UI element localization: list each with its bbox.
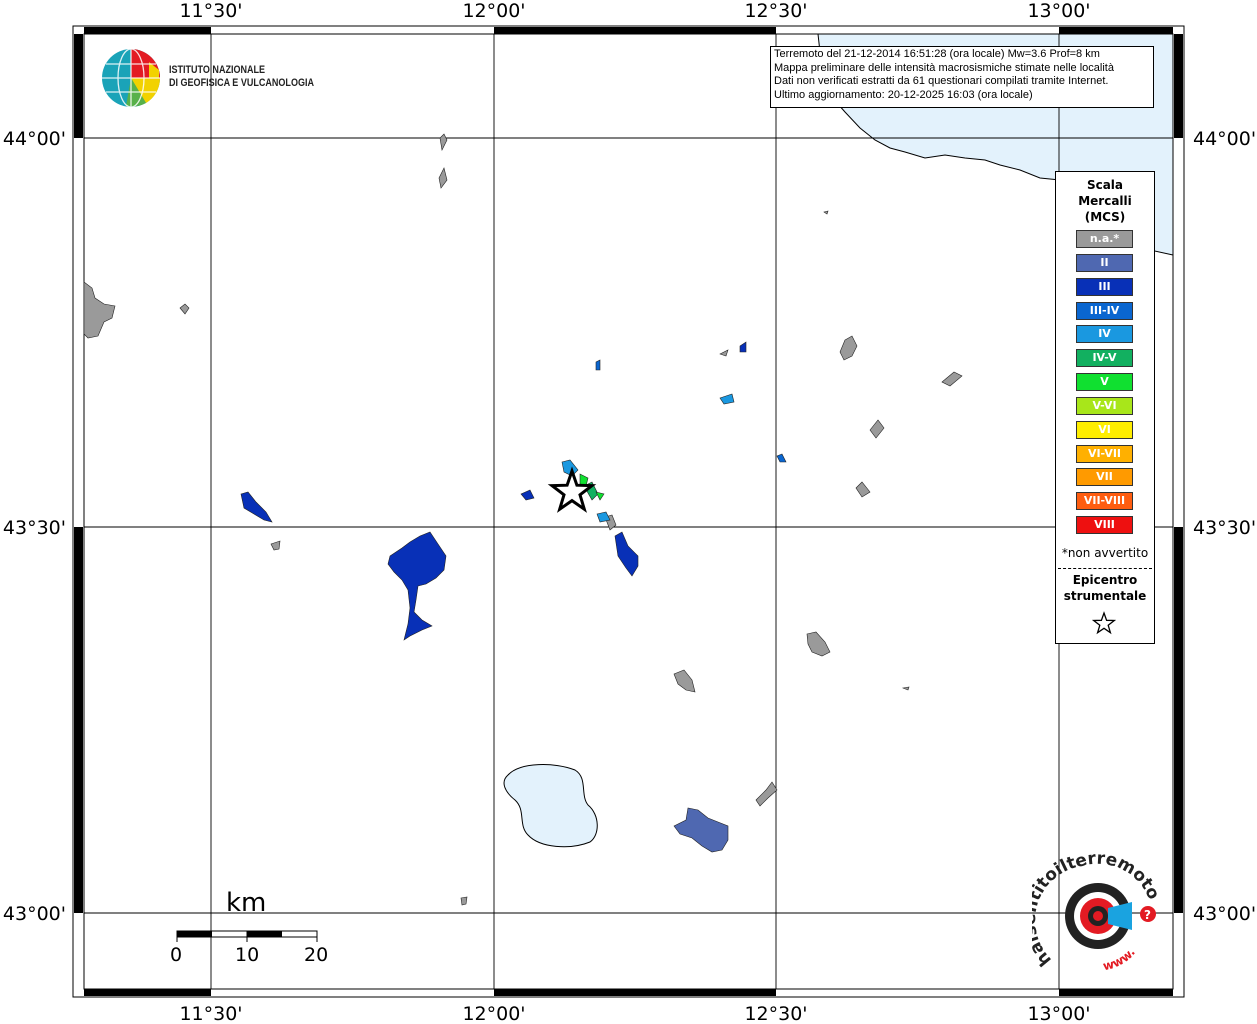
scale-unit: km [226,888,267,918]
legend-item: VII-VIII [1076,492,1133,511]
legend-title-line2: Mercalli [1078,194,1132,208]
lon-label-bottom: 13°00' [1027,1003,1090,1024]
institute-name-line1: ISTITUTO NAZIONALE [169,64,266,76]
legend-title-line3: (MCS) [1084,210,1126,224]
legend-item: III-IV [1076,301,1133,320]
haisentito-logo-icon: haisentitoilterremoto.it www. ? [1032,852,1162,973]
legend-item: V [1076,373,1133,392]
legend-item: n.a.* [1076,230,1133,248]
lat-label-left: 43°30' [3,517,66,539]
lon-label-top: 13°00' [1027,0,1090,22]
lat-label-left: 43°00' [3,903,66,925]
lon-label-top: 12°00' [462,0,525,22]
event-info-line3: Dati non verificati estratti da 61 quest… [774,75,1109,87]
legend-item: IV-V [1076,349,1133,368]
scale-tick-20: 20 [304,944,329,966]
lat-label-right: 43°30' [1193,517,1256,539]
legend-items: n.a.* II III III-IV IV IV-V V V-VI VI VI-VII VII VI… [1076,230,1133,540]
legend-item: VIII [1076,516,1133,535]
site-logo-prefix: www. [1102,945,1138,973]
legend-item: IV [1076,325,1133,344]
event-info-line2: Mappa preliminare delle intensità macros… [774,61,1114,74]
lat-label-right: 44°00' [1193,128,1256,150]
svg-text:?: ? [1144,908,1151,922]
lon-label-bottom: 11°30' [179,1003,242,1024]
legend-item: V-VI [1076,396,1133,415]
lat-label-right: 43°00' [1193,903,1256,925]
legend-epicenter-line2: strumentale [1063,589,1147,603]
lon-label-bottom: 12°30' [744,1003,807,1024]
lon-label-top: 12°30' [744,0,807,22]
event-info-box: Terremoto del 21-12-2014 16:51:28 (ora l… [770,46,1154,108]
legend-item: VI [1076,420,1133,439]
lat-label-left: 44°00' [3,128,66,150]
legend-item: VI-VII [1076,444,1133,463]
scale-tick-0: 0 [170,944,183,966]
event-info-line1: Terremoto del 21-12-2014 16:51:28 (ora l… [774,48,1100,60]
legend-title: Scala Mercalli (MCS) [1056,177,1154,225]
map-area [83,33,1174,990]
scale-tick-10: 10 [235,944,260,966]
legend-title-line1: Scala [1086,178,1124,192]
institute-name-line2: DI GEOFISICA E VULCANOLOGIA [169,77,314,89]
legend-item: VII [1076,468,1133,487]
svg-text:www.: www. [1102,945,1138,973]
legend-epicenter-label: Epicentro strumentale [1056,572,1154,604]
legend-item: II [1076,253,1133,272]
locality-intensity-III-IV[interactable] [595,359,601,371]
mcs-legend: Scala Mercalli (MCS) n.a.* II III III-IV IV I… [1055,171,1155,644]
lon-label-bottom: 12°00' [462,1003,525,1024]
legend-item: III [1076,277,1133,296]
legend-divider [1058,568,1152,569]
event-info-line4: Ultimo aggiornamento: 20-12-2025 16:03 (… [774,88,1033,101]
ingv-globe-icon [102,48,161,108]
lon-label-top: 11°30' [179,0,242,22]
locality-na[interactable] [460,896,468,906]
institute-name: ISTITUTO NAZIONALE DI GEOFISICA E VULCAN… [169,64,314,90]
legend-na-note: *non avvertito [1061,546,1149,560]
legend-epicenter-line1: Epicentro [1072,573,1138,587]
legend-star-icon [1092,611,1116,635]
